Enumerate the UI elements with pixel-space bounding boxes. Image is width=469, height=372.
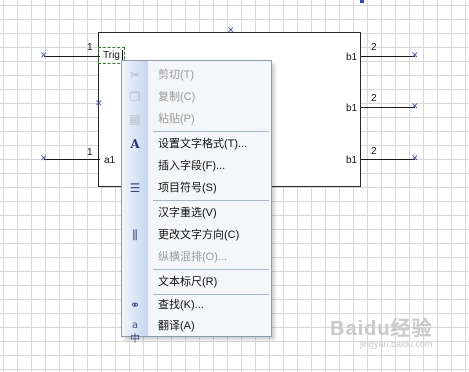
output-wire-2 [361, 107, 415, 108]
top-handle-icon[interactable]: ✕ [227, 27, 235, 36]
menu-item-text-ruler[interactable]: 文本标尺(R) [122, 271, 271, 293]
port-label-b1: b1 [346, 52, 358, 63]
bullet-list-icon: ☰ [129, 181, 141, 195]
output-wire-3 [361, 159, 415, 160]
input-wire-trig [44, 56, 100, 57]
port-label-a1: a1 [104, 155, 116, 166]
input-end-icon[interactable]: ✕ [40, 52, 48, 61]
port-label-b1: b1 [346, 103, 358, 114]
menu-item-reconvert[interactable]: 汉字重选(V) [122, 202, 271, 224]
menu-separator [153, 269, 269, 270]
watermark-logo: Baidu经验 [330, 318, 433, 340]
scissors-icon: ✂ [129, 68, 141, 82]
input-end-icon[interactable]: ✕ [40, 155, 48, 164]
pin-number: 1 [87, 42, 93, 53]
menu-item-bullets[interactable]: ☰ 项目符号(S) [122, 177, 271, 199]
menu-item-paste[interactable]: ▤ 粘贴(P) [122, 108, 271, 130]
menu-item-translate[interactable]: a中 翻译(A) [122, 315, 271, 345]
output-wire-1 [361, 56, 415, 57]
input-wire-a1 [44, 159, 100, 160]
output-end-icon[interactable]: ✕ [411, 52, 419, 61]
pin-number: 2 [371, 146, 377, 157]
menu-item-find[interactable]: ⚭ 查找(K)... [122, 294, 271, 316]
menu-item-copy[interactable]: ❐ 复制(C) [122, 86, 271, 108]
menu-separator [153, 131, 269, 132]
translate-icon: a中 [130, 320, 140, 345]
pin-number: 1 [87, 147, 93, 158]
watermark-url: jingyan.baidu.com [360, 339, 433, 349]
menu-separator [153, 200, 269, 201]
port-label-trig: Trig [103, 50, 120, 61]
menu-item-insert-field[interactable]: 插入字段(F)... [122, 155, 271, 177]
pin-number: 2 [371, 93, 377, 104]
menu-item-format-text[interactable]: A 设置文字格式(T)... [122, 133, 271, 155]
menu-item-cut[interactable]: ✂ 剪切(T) [122, 64, 271, 86]
selection-dot-icon [360, 0, 364, 3]
port-label-b1: b1 [346, 155, 358, 166]
output-end-icon[interactable]: ✕ [411, 103, 419, 112]
binoculars-icon: ⚭ [129, 298, 141, 312]
context-menu: ✂ 剪切(T) ❐ 复制(C) ▤ 粘贴(P) A 设置文字格式(T)... 插… [121, 60, 272, 345]
text-direction-icon: ⫼ [132, 228, 138, 242]
pin-number: 2 [371, 42, 377, 53]
copy-icon: ❐ [129, 90, 141, 104]
menu-item-text-direction[interactable]: ⫼ 更改文字方向(C) [122, 224, 271, 246]
menu-item-horizontal-in-vertical[interactable]: 纵横混排(O)... [122, 246, 271, 268]
paste-icon: ▤ [129, 112, 141, 126]
output-end-icon[interactable]: ✕ [411, 155, 419, 164]
font-A-icon: A [130, 137, 140, 151]
left-edge-handle-icon[interactable]: ✕ [95, 100, 103, 109]
